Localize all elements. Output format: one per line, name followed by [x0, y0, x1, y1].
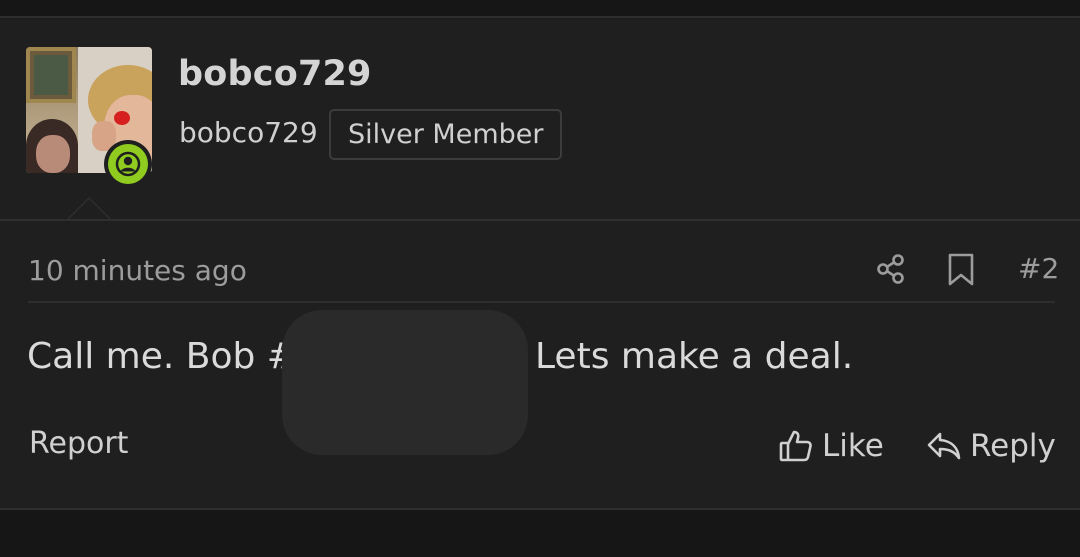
header-pointer [66, 197, 112, 220]
thumbs-up-icon [778, 428, 814, 464]
user-online-icon [108, 144, 148, 184]
meta-divider [28, 301, 1055, 303]
member-title-badge: Silver Member [329, 109, 563, 160]
message-text-start: Call me. Bob # [27, 336, 297, 377]
redacted-phone-number [282, 310, 528, 455]
post-timestamp[interactable]: 10 minutes ago [28, 254, 247, 287]
forum-post: bobco729 bobco729 Silver Member 10 minut… [0, 20, 1080, 508]
message-text-end: Lets make a deal. [535, 336, 854, 377]
post-number-link[interactable]: #2 [1018, 252, 1059, 285]
report-link[interactable]: Report [29, 426, 128, 461]
author-username[interactable]: bobco729 [179, 116, 318, 149]
author-display-name[interactable]: bobco729 [178, 54, 372, 94]
avatar-photo-frame [26, 47, 76, 103]
online-status-badge [104, 140, 152, 188]
share-icon[interactable] [874, 252, 908, 286]
bookmark-icon[interactable] [946, 253, 976, 287]
previous-post-edge [0, 0, 1080, 18]
like-label: Like [822, 428, 884, 464]
next-post-edge [0, 508, 1080, 557]
reply-label: Reply [970, 428, 1056, 464]
reply-arrow-icon [926, 428, 962, 464]
header-divider [0, 219, 1080, 221]
like-button[interactable]: Like [778, 424, 884, 468]
reply-button[interactable]: Reply [926, 424, 1056, 468]
